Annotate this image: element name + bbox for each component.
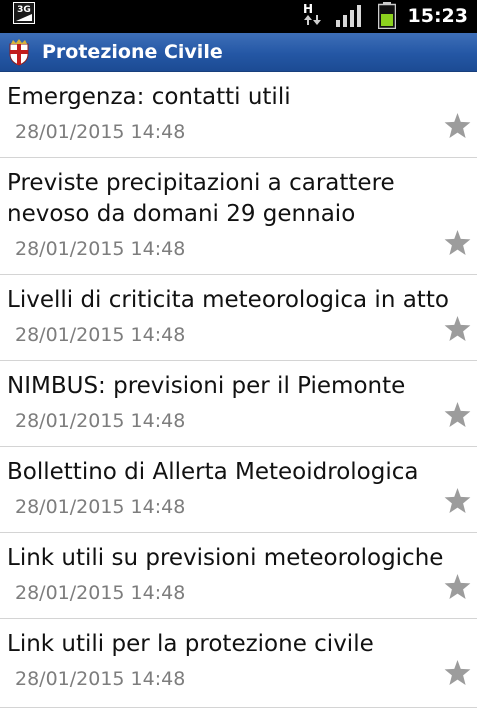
item-date: 28/01/2015 14:48 — [15, 668, 186, 690]
list-item[interactable]: Bollettino di Allerta Meteoidrologica 28… — [0, 447, 477, 533]
star-icon[interactable] — [444, 402, 471, 428]
clock: 15:23 — [407, 5, 468, 27]
list-item[interactable]: Link utili su previsioni meteorologiche … — [0, 533, 477, 619]
star-icon[interactable] — [444, 113, 471, 139]
network-badge-text: 3G — [17, 5, 31, 15]
star-icon[interactable] — [444, 660, 471, 686]
title-bar: Protezione Civile — [0, 33, 477, 72]
network-type-text: H — [303, 2, 313, 16]
battery-level — [381, 14, 393, 26]
star-icon[interactable] — [444, 316, 471, 342]
item-title: Previste precipitazioni a carattere — [7, 170, 395, 196]
star-icon[interactable] — [444, 574, 471, 600]
coat-of-arms-icon — [9, 39, 29, 66]
status-bar: 3G H 15:23 — [0, 0, 477, 33]
item-date: 28/01/2015 14:48 — [15, 121, 186, 143]
item-title: Link utili su previsioni meteorologiche — [7, 545, 444, 571]
item-date: 28/01/2015 14:48 — [15, 582, 186, 604]
3g-badge-icon: 3G — [13, 2, 35, 24]
item-date: 28/01/2015 14:48 — [15, 410, 186, 432]
item-date: 28/01/2015 14:48 — [15, 496, 186, 518]
star-icon[interactable] — [444, 230, 471, 256]
list-item[interactable]: Livelli di criticita meteorologica in at… — [0, 275, 477, 361]
item-title: Emergenza: contatti utili — [7, 84, 291, 110]
item-title-line-2: nevoso da domani 29 gennaio — [7, 201, 356, 227]
signal-icon — [336, 5, 361, 27]
app-title: Protezione Civile — [42, 41, 223, 63]
item-title: Link utili per la protezione civile — [7, 631, 374, 657]
list-item[interactable]: NIMBUS: previsioni per il Piemonte 28/01… — [0, 361, 477, 447]
battery-icon — [378, 2, 396, 29]
list-item[interactable]: Link utili per la protezione civile 28/0… — [0, 619, 477, 708]
list-item[interactable]: Emergenza: contatti utili 28/01/2015 14:… — [0, 72, 477, 158]
list-item[interactable]: Previste precipitazioni a carattere nevo… — [0, 158, 477, 275]
item-date: 28/01/2015 14:48 — [15, 324, 186, 346]
item-title: Bollettino di Allerta Meteoidrologica — [7, 459, 419, 485]
star-icon[interactable] — [444, 488, 471, 514]
h-data-icon: H — [303, 2, 321, 25]
news-list: Emergenza: contatti utili 28/01/2015 14:… — [0, 72, 477, 708]
item-title: Livelli di criticita meteorologica in at… — [7, 287, 449, 313]
item-date: 28/01/2015 14:48 — [15, 238, 186, 260]
item-title: NIMBUS: previsioni per il Piemonte — [7, 373, 406, 399]
